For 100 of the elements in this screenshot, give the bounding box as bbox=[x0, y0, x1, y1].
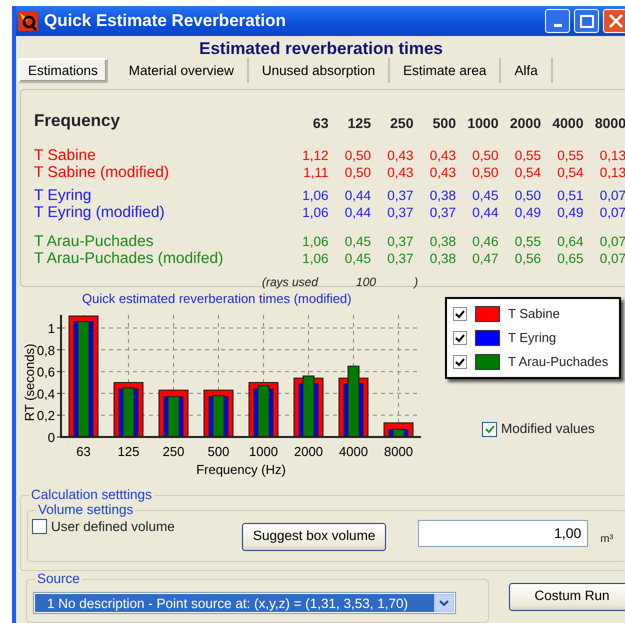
table-cell-text: 0,55 bbox=[556, 146, 584, 164]
table-cell-text: 0,43 bbox=[386, 146, 414, 164]
tick-label: 0,8 bbox=[36, 342, 55, 358]
unit-label: m³ bbox=[600, 532, 614, 546]
tick-label: 1000 bbox=[249, 444, 278, 458]
table-cell-text: 0,43 bbox=[386, 164, 414, 180]
section-heading: Estimated reverberation times bbox=[198, 40, 444, 58]
column-header: 8000 bbox=[594, 114, 625, 132]
close-icon bbox=[608, 14, 622, 28]
table-cell-text: 1,06 bbox=[301, 204, 328, 220]
row-label: T Sabine bbox=[34, 146, 97, 164]
row-label: T Sabine (modified) bbox=[34, 164, 170, 180]
table-cell-text: 0,51 bbox=[556, 186, 584, 204]
axis-title: RT (seconds) bbox=[22, 343, 37, 421]
legend-checkbox[interactable] bbox=[453, 331, 467, 345]
tick-label: 125 bbox=[118, 444, 140, 458]
legend-label: T Eyring bbox=[508, 329, 556, 348]
close-button[interactable] bbox=[603, 9, 625, 33]
table-cell-text: 0,55 bbox=[514, 146, 541, 164]
table-cell-text: 1,12 bbox=[301, 146, 328, 164]
rays-label: (rays used bbox=[262, 274, 318, 290]
table-cell-text: 0,38 bbox=[428, 250, 456, 266]
table-cell-text: 0,07 bbox=[598, 232, 625, 250]
rays-count: 100 bbox=[356, 274, 376, 290]
caret-icon bbox=[438, 598, 450, 606]
tick-label: 0,6 bbox=[36, 364, 55, 380]
table-cell-text: 1,11 bbox=[302, 164, 328, 180]
legend-swatch bbox=[475, 354, 500, 370]
source-dropdown[interactable]: 1 No description - Point source at: (x,y,z) = (1,31, 3,53, 1,70) bbox=[33, 592, 456, 614]
table-cell-text: 0,07 bbox=[598, 204, 625, 220]
column-header: 63 bbox=[312, 114, 328, 132]
suggest-button[interactable]: Suggest box volume bbox=[242, 522, 386, 550]
table-cell-text: 0,37 bbox=[386, 232, 414, 250]
checkbox[interactable] bbox=[32, 518, 47, 534]
table-cell-text: 0,55 bbox=[514, 232, 541, 250]
minimize-button[interactable] bbox=[545, 9, 570, 33]
table-cell-text: 0,07 bbox=[598, 186, 625, 204]
table-cell-text: 0,50 bbox=[344, 146, 371, 164]
tab[interactable]: Estimations bbox=[18, 58, 108, 83]
table-cell-text: 0,37 bbox=[428, 204, 456, 220]
table-cell-text: 0,50 bbox=[471, 146, 498, 164]
legend-label: T Sabine bbox=[508, 305, 560, 324]
column-header: 125 bbox=[346, 114, 371, 132]
table-cell-text: 0,47 bbox=[471, 250, 498, 266]
checkbox[interactable] bbox=[482, 422, 497, 437]
table-cell-text: 0,13 bbox=[598, 146, 625, 164]
table-cell-text: 0,44 bbox=[471, 204, 498, 220]
tick-label: 500 bbox=[208, 444, 230, 458]
table-cell-text: 0,45 bbox=[344, 250, 371, 266]
app-icon bbox=[18, 11, 38, 31]
column-header: Frequency bbox=[34, 110, 121, 132]
table-cell-text: 0,46 bbox=[471, 232, 498, 250]
row-label: T Arau-Puchades bbox=[34, 232, 154, 250]
row-label: T Eyring bbox=[34, 186, 92, 204]
tab[interactable]: Alfa bbox=[501, 58, 553, 83]
table-cell-text: 0,50 bbox=[471, 164, 498, 180]
tab[interactable]: Unused absorption bbox=[248, 58, 390, 83]
table-cell-text: 0,38 bbox=[428, 186, 456, 204]
table-cell-text: 0,07 bbox=[598, 250, 625, 266]
minimize-icon bbox=[554, 24, 562, 27]
table-cell-text: 1,06 bbox=[301, 186, 328, 204]
table-cell-text: 0,43 bbox=[428, 146, 456, 164]
table-cell-text: 0,64 bbox=[556, 232, 584, 250]
tick-label: 0,4 bbox=[36, 386, 55, 401]
table-cell-text: 0,49 bbox=[556, 204, 584, 220]
row-label: T Eyring (modified) bbox=[34, 204, 166, 220]
checkbox-label: Modified values bbox=[501, 420, 595, 438]
table-cell-text: 0,56 bbox=[514, 250, 541, 266]
table-cell-text: 0,37 bbox=[386, 250, 414, 266]
table-cell-text: 0,49 bbox=[514, 204, 541, 220]
tick-label: 0,2 bbox=[36, 408, 55, 423]
maximize-button[interactable] bbox=[574, 9, 599, 33]
table-cell-text: 1,06 bbox=[301, 250, 328, 266]
maximize-icon bbox=[580, 14, 594, 28]
table-cell-text: 0,37 bbox=[386, 186, 414, 204]
table-cell-text: 0,50 bbox=[344, 164, 371, 180]
tick-label: 2000 bbox=[294, 444, 323, 458]
table-cell-text: 0,65 bbox=[556, 250, 584, 266]
tab[interactable]: Material overview bbox=[116, 58, 249, 83]
table-cell-text: 0,44 bbox=[344, 186, 371, 204]
legend-label: T Arau-Puchades bbox=[508, 353, 608, 372]
table-cell-text: 0,45 bbox=[471, 186, 498, 204]
legend-checkbox[interactable] bbox=[453, 307, 467, 321]
tick-label: 4000 bbox=[339, 444, 368, 458]
table-cell-text: 0,45 bbox=[344, 232, 371, 250]
table-cell-text: 0,54 bbox=[556, 164, 584, 180]
legend-checkbox[interactable] bbox=[453, 355, 467, 369]
tick-label: 0 bbox=[48, 430, 55, 444]
group-title: Calculation setttings bbox=[29, 488, 154, 502]
legend-swatch bbox=[475, 306, 500, 322]
column-header: 2000 bbox=[508, 114, 541, 132]
table-cell-text: 0,50 bbox=[514, 186, 541, 204]
legend-swatch bbox=[475, 330, 500, 346]
column-header: 250 bbox=[389, 114, 414, 132]
checkbox-label: User defined volume bbox=[51, 518, 176, 536]
volume-field[interactable]: 1,00 bbox=[418, 520, 588, 546]
table-cell-text: 0,43 bbox=[428, 164, 456, 180]
run-button[interactable]: Costum Run bbox=[509, 582, 625, 610]
tab[interactable]: Estimate area bbox=[390, 58, 502, 83]
tick-label: 63 bbox=[76, 444, 91, 458]
